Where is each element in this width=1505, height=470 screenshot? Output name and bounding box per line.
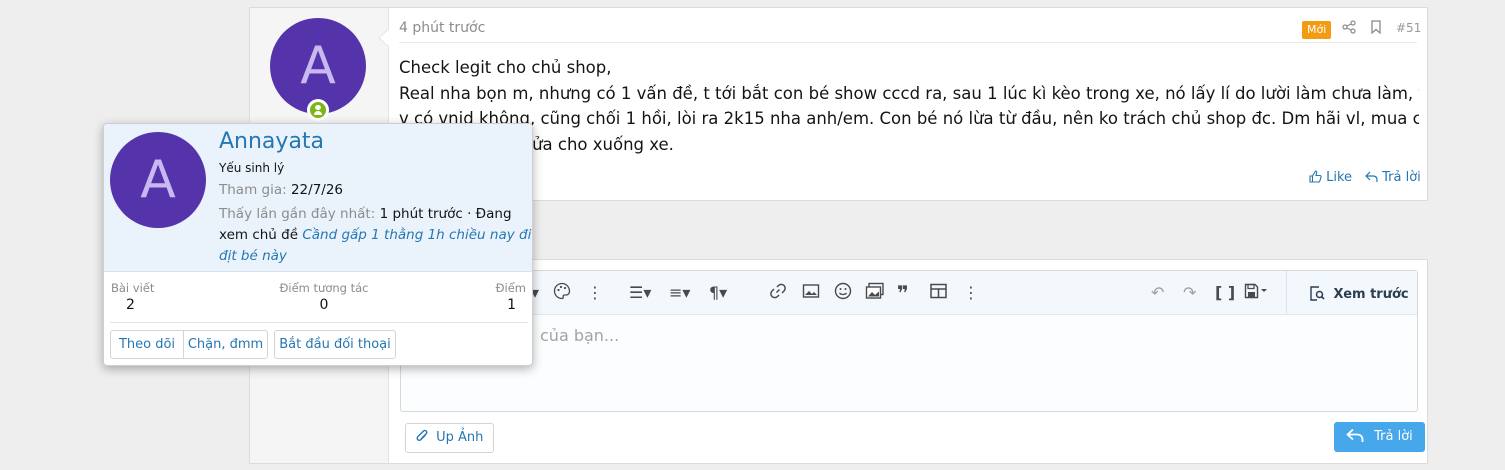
reply-editor[interactable]: ▾ ⋮ ☰▾ ≡▾ ¶▾ ❞ ⋮ ↶ ↷ [] Xem trước của b… [400, 270, 1418, 412]
thread-link-continued[interactable]: địt bé này [219, 248, 287, 264]
editor-toolbar: ▾ ⋮ ☰▾ ≡▾ ¶▾ ❞ ⋮ ↶ ↷ [] Xem trước [401, 271, 1417, 315]
last-seen-activity: xem chủ đề [219, 227, 299, 243]
member-joined: Tham gia: 22/7/26 [219, 180, 343, 201]
media-icon[interactable] [865, 282, 885, 304]
member-username[interactable]: Annayata [219, 129, 324, 154]
share-icon[interactable] [1342, 20, 1356, 38]
upload-label: Up Ảnh [436, 430, 484, 445]
post-line: Check legit cho chủ shop, [399, 58, 612, 77]
like-button[interactable]: Like [1309, 170, 1352, 185]
post-time[interactable]: 4 phút trước [399, 20, 485, 36]
member-tooltip-header: A Annayata Yếu sinh lý Tham gia: 22/7/26… [104, 124, 532, 272]
editor-placeholder: của bạn... [540, 326, 620, 345]
list-icon[interactable]: ☰▾ [629, 283, 651, 302]
reply-icon [1365, 171, 1378, 182]
member-avatar[interactable]: A [110, 132, 206, 228]
member-avatar-letter: A [140, 150, 176, 210]
last-seen-value: 1 phút trước · Đang [379, 206, 512, 222]
reply-link[interactable]: Trả lời [1365, 170, 1421, 185]
upload-image-button[interactable]: Up Ảnh [405, 423, 495, 453]
post-line: Real nha bọn m, nhưng có 1 vấn đề, t tới… [399, 83, 1419, 103]
table-icon[interactable] [930, 283, 947, 303]
post-header-divider [399, 42, 1417, 43]
joined-label: Tham gia: [219, 182, 287, 198]
follow-button[interactable]: Theo dõi [110, 330, 184, 359]
thumbs-up-icon [1309, 170, 1322, 183]
redo-icon[interactable]: ↷ [1183, 283, 1196, 302]
block-button[interactable]: Chặn, đmm [183, 330, 268, 359]
member-last-seen: Thấy lần gần đây nhất: 1 phút trước · Đa… [219, 204, 531, 267]
stat-value: 1 [507, 297, 516, 313]
post-line: xì 500k rồi mở cửa cho xuống xe. [399, 134, 674, 154]
more-insert-icon[interactable]: ⋮ [963, 283, 979, 302]
drafts-icon[interactable] [1244, 283, 1268, 303]
avatar-letter: A [300, 36, 336, 96]
post-number[interactable]: #51 [1396, 21, 1421, 35]
stat-label: Điểm [495, 281, 526, 295]
toolbar-divider [1286, 271, 1287, 315]
post-body: Check legit cho chủ shop, Real nha bọn m… [399, 55, 1419, 157]
stat-points[interactable]: Điểm 1 [474, 281, 526, 313]
palette-icon[interactable] [553, 282, 571, 304]
stat-value: 0 [319, 297, 329, 313]
submit-reply-label: Trả lời [1374, 429, 1413, 444]
stat-posts[interactable]: Bài viết 2 [111, 281, 154, 313]
online-status-icon [307, 99, 329, 121]
preview-label: Xem trước [1333, 287, 1409, 302]
last-seen-label: Thấy lần gần đây nhất: [219, 206, 376, 222]
paragraph-icon[interactable]: ¶▾ [709, 283, 727, 302]
stat-value: 2 [126, 297, 135, 313]
submit-reply-button[interactable]: Trả lời [1334, 422, 1425, 452]
reply-icon [1346, 428, 1364, 442]
start-conversation-button[interactable]: Bắt đầu đối thoại [274, 330, 396, 359]
emoji-icon[interactable] [834, 282, 852, 304]
link-icon[interactable] [769, 282, 787, 304]
undo-icon[interactable]: ↶ [1151, 283, 1164, 302]
preview-button[interactable]: Xem trước [1309, 286, 1409, 302]
stat-reactions[interactable]: Điểm tương tác 0 [274, 281, 374, 313]
like-label: Like [1326, 170, 1353, 185]
bbcode-toggle-icon[interactable]: [ ] [1215, 283, 1235, 302]
preview-icon [1310, 286, 1325, 301]
paperclip-icon [416, 429, 428, 441]
bookmark-icon[interactable] [1370, 20, 1382, 38]
member-user-title: Yếu sinh lý [219, 161, 285, 175]
more-icon[interactable]: ⋮ [587, 283, 603, 302]
thread-link[interactable]: Cầnd gấp 1 thằng 1h chiều nay đi [302, 227, 531, 243]
new-badge: Mới [1302, 21, 1332, 39]
member-tooltip: A Annayata Yếu sinh lý Tham gia: 22/7/26… [103, 123, 533, 366]
joined-value: 22/7/26 [290, 182, 344, 198]
post-line: v có vnid không, cũng chối 1 hồi, lòi ra… [399, 109, 1419, 128]
tooltip-divider [110, 322, 528, 323]
reply-label: Trả lời [1382, 170, 1421, 185]
quote-icon[interactable]: ❞ [897, 281, 909, 305]
stat-label: Bài viết [111, 281, 155, 295]
stat-label: Điểm tương tác [279, 281, 369, 295]
image-icon[interactable] [802, 283, 820, 303]
align-icon[interactable]: ≡▾ [669, 283, 690, 302]
